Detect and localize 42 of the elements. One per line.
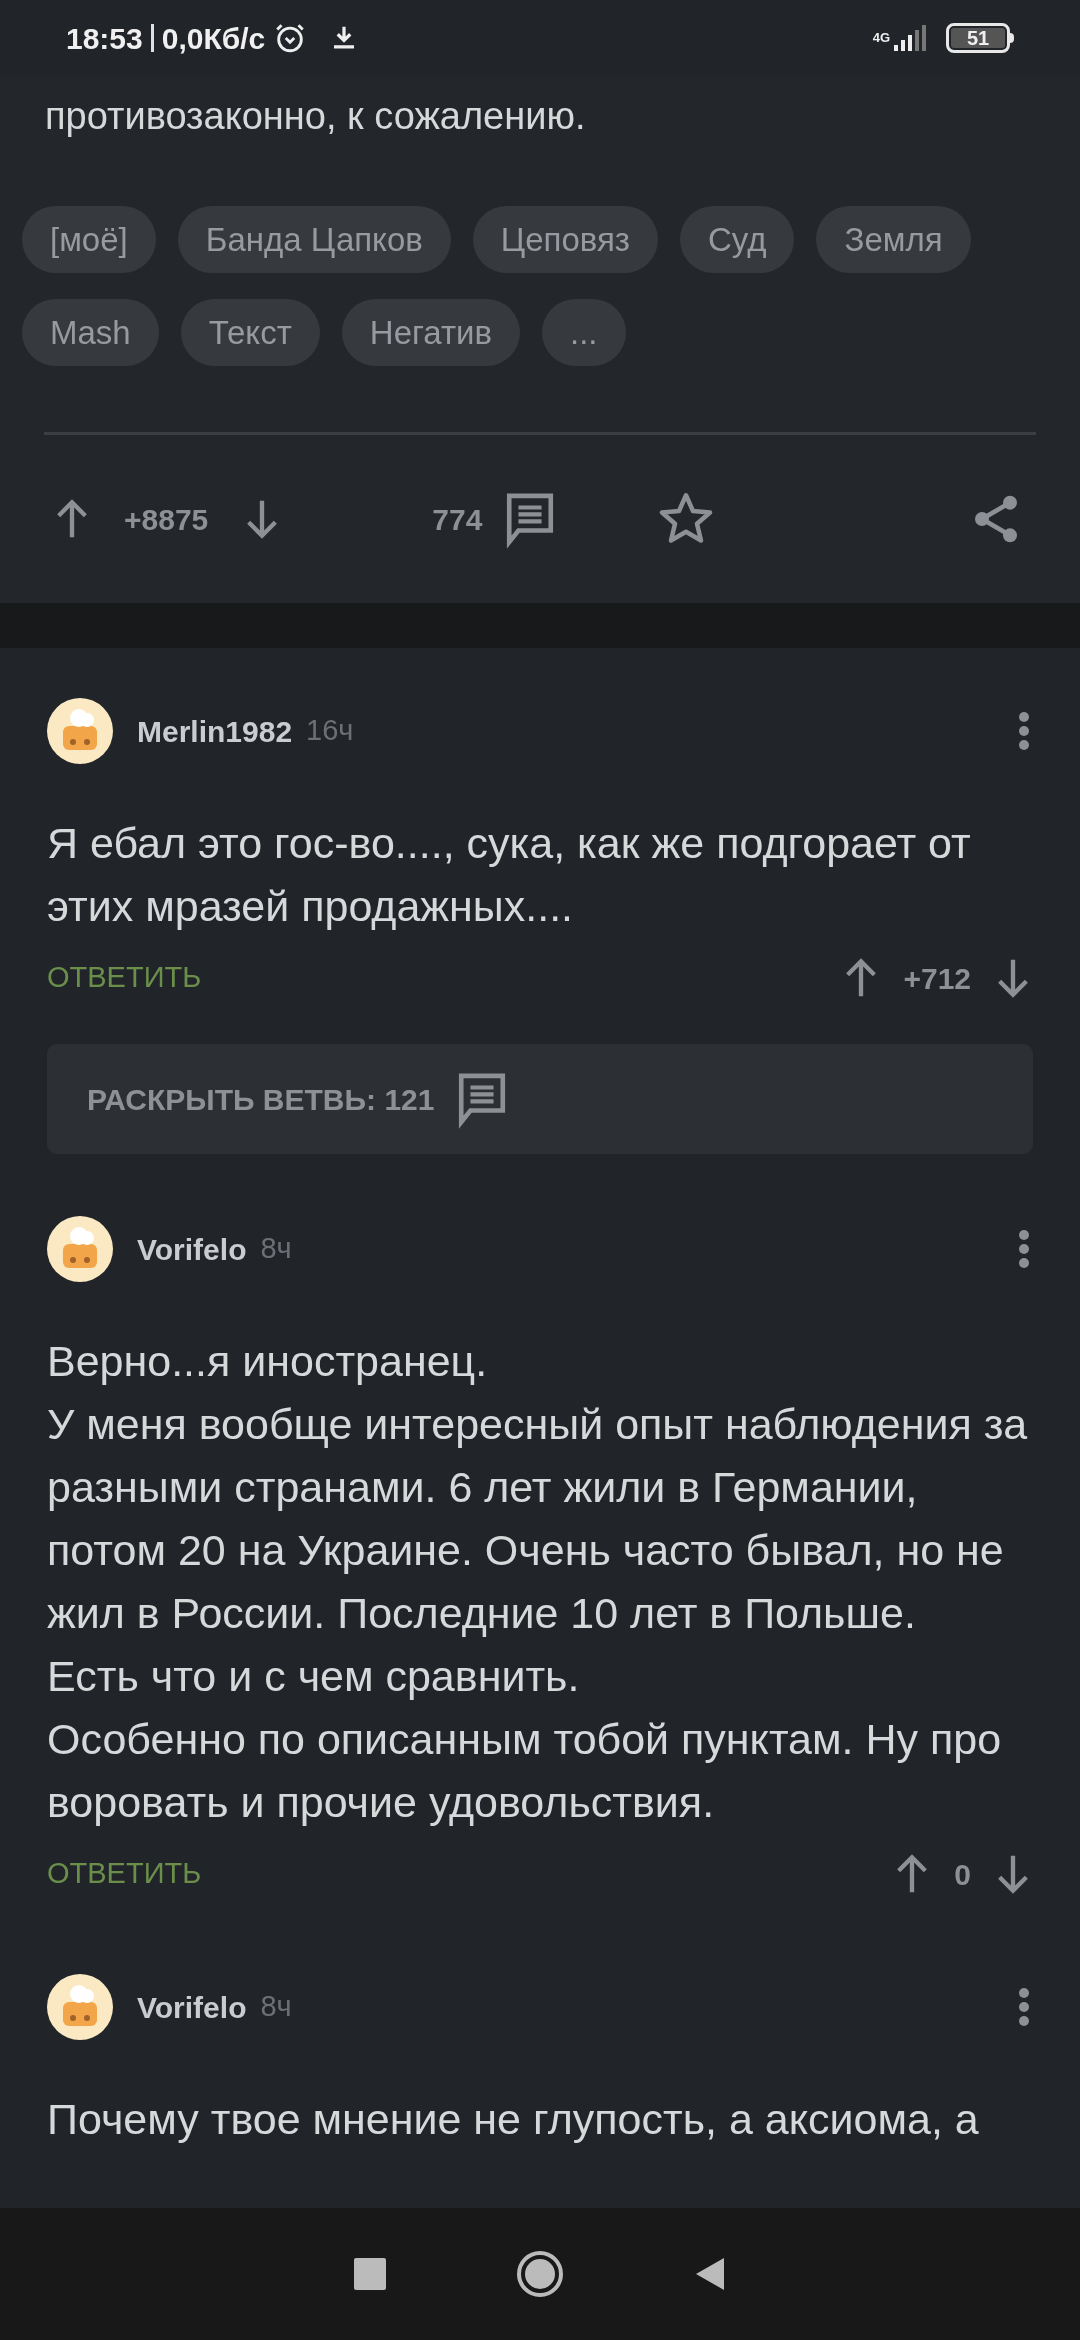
avatar[interactable] <box>47 1974 113 2040</box>
tag-chip[interactable]: Цеповяз <box>472 206 658 273</box>
avatar[interactable] <box>47 698 113 764</box>
comment-author[interactable]: Vorifelo <box>137 1226 247 1272</box>
tag-chip[interactable]: [моё] <box>22 206 156 273</box>
comment-text: Особенно по описанным тобой пунктам. Ну про воровать и прочие удовольствия. <box>47 1714 1003 1828</box>
home-button[interactable] <box>516 2250 564 2298</box>
comment-rating: 0 <box>954 1856 971 1893</box>
reply-button[interactable]: ОТВЕТИТЬ <box>47 956 202 1000</box>
comment-author[interactable]: Merlin1982 <box>137 708 293 754</box>
more-icon[interactable] <box>1017 1986 1031 2028</box>
comment-text: Почему твое мнение не глупость, а аксиома, а <box>47 2094 980 2145</box>
network-speed: 0,0Кб/с <box>161 20 266 57</box>
post-text: противозаконно, к сожалению. <box>44 94 587 139</box>
reply-button[interactable]: ОТВЕТИТЬ <box>47 1852 202 1896</box>
tag-chip[interactable]: ... <box>542 299 626 366</box>
tag-chip[interactable]: Mash <box>22 299 159 366</box>
network-type: 4G <box>872 31 890 45</box>
comment-time: 8ч <box>260 1231 292 1267</box>
tag-chip[interactable]: Суд <box>679 206 795 273</box>
comment-text: У меня вообще интересный опыт наблюдения за разными странами. 6 лет жили в Германии, потом 20 на Украине. Очень часто бывал, но не жил в России. Последние 10 лет в Польше. <box>47 1399 1029 1639</box>
comment-author[interactable]: Vorifelo <box>137 1984 247 2030</box>
avatar[interactable] <box>47 1216 113 1282</box>
signal-icon <box>892 23 928 53</box>
back-button[interactable] <box>694 2256 726 2292</box>
tag-chip[interactable]: Банда Цапков <box>177 206 451 273</box>
post-rating: +8875 <box>124 501 209 538</box>
comment-text: Верно...я иностранец. <box>47 1336 489 1387</box>
tag-chip[interactable]: Текст <box>180 299 320 366</box>
comment-time: 16ч <box>306 713 354 749</box>
comment-text: Я ебал это гос-во...., сука, как же подгорает от этих мразей продажных.... <box>47 818 972 932</box>
expand-thread-button[interactable]: РАСКРЫТЬ ВЕТВЬ: 121 <box>47 1044 1033 1154</box>
comment-text: Есть что и с чем сравнить. <box>47 1651 581 1702</box>
comment-rating: +712 <box>903 960 971 997</box>
battery-indicator: 51 <box>946 23 1010 53</box>
more-icon[interactable] <box>1017 1228 1031 1270</box>
tag-chip[interactable]: Земля <box>816 206 971 273</box>
tag-chip[interactable]: Негатив <box>341 299 520 366</box>
status-time: 18:53 <box>66 20 143 57</box>
comment-time: 8ч <box>260 1989 292 2025</box>
more-icon[interactable] <box>1017 710 1031 752</box>
comment-count: 774 <box>432 501 483 538</box>
